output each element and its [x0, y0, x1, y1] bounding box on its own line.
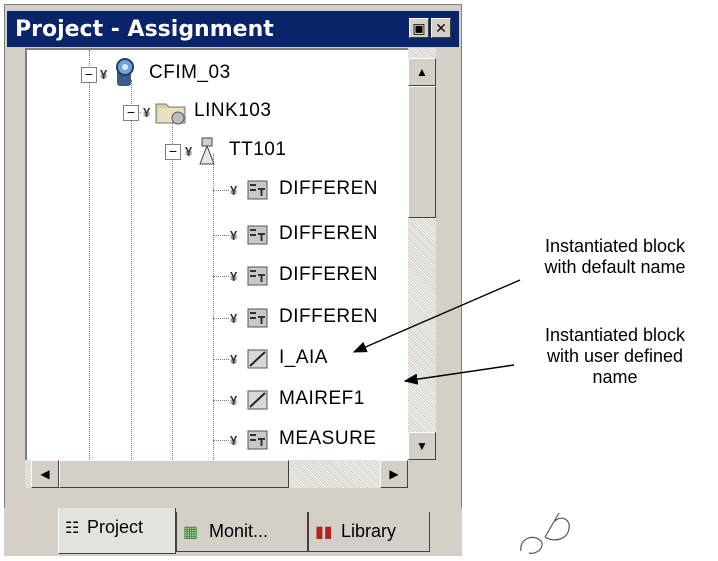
- annotation-arrows: [352, 279, 521, 385]
- arrow-to-i-aia: [352, 279, 521, 353]
- arrow-to-mairef1: [403, 364, 515, 385]
- watermark-logo: [520, 512, 570, 554]
